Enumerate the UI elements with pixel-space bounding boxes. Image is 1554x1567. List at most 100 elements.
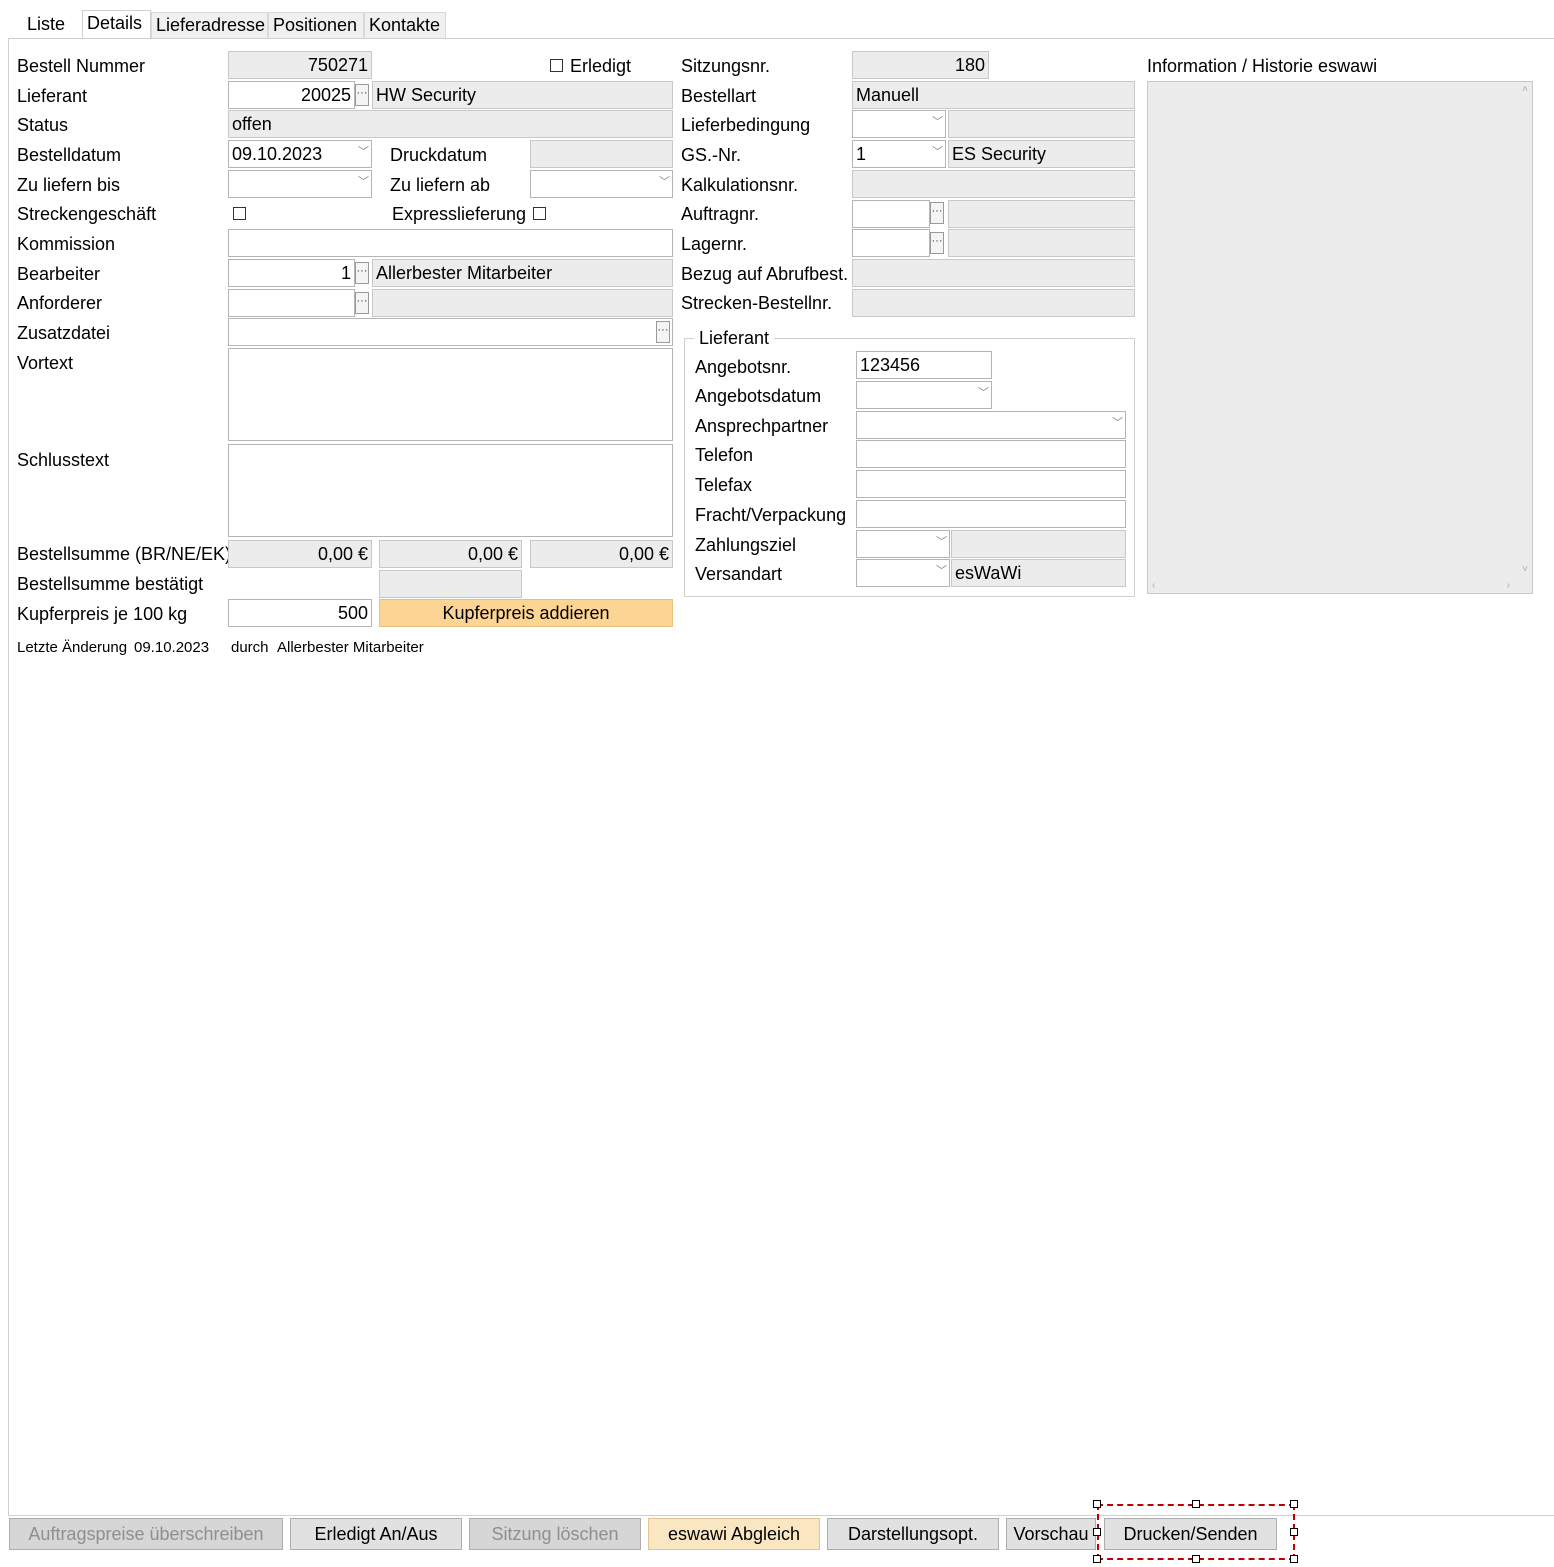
label-vortext: Vortext [17, 353, 74, 373]
anforderer-nr-field[interactable] [228, 289, 355, 317]
tab-kontakte[interactable]: Kontakte [364, 12, 446, 38]
lieferant-nr-field[interactable]: 20025 [228, 81, 355, 109]
bestelldatum-value: 09.10.2023 [232, 144, 323, 164]
label-bezug-abrufbest: Bezug auf Abrufbest. [681, 264, 849, 284]
erledigt-checkbox[interactable] [550, 59, 563, 72]
anforderer-name-field [372, 289, 673, 317]
label-kupferpreis: Kupferpreis je 100 kg [17, 604, 188, 624]
versandart-select[interactable]: ﹀ [856, 559, 950, 587]
versandart-name-field: esWaWi [951, 559, 1126, 587]
chevron-down-icon: ﹀ [358, 176, 369, 188]
zahlungsziel-name-field [951, 530, 1126, 558]
chevron-down-icon: ﹀ [1112, 417, 1123, 429]
chevron-down-icon: ﹀ [978, 387, 989, 399]
resize-handle[interactable] [1093, 1500, 1101, 1508]
label-bearbeiter: Bearbeiter [17, 264, 101, 284]
label-angebotsdatum: Angebotsdatum [695, 386, 822, 406]
resize-handle[interactable] [1192, 1500, 1200, 1508]
label-bestellsumme: Bestellsumme (BR/NE/EK) [17, 544, 232, 564]
sitzungsnr-field: 180 [852, 51, 989, 79]
zu-liefern-bis-picker[interactable]: ﹀ [228, 170, 372, 198]
info-historie-textarea[interactable]: ˄ ˅ ‹ › [1147, 81, 1533, 594]
lieferant-name-field: HW Security [372, 81, 673, 109]
label-gs-nr: GS.-Nr. [681, 145, 742, 165]
bearbeiter-lookup-button[interactable]: ··· [355, 262, 369, 284]
ansprechpartner-select[interactable]: ﹀ [856, 411, 1126, 439]
zusatzdatei-browse-button[interactable]: ··· [656, 321, 670, 343]
lagernr-field[interactable] [852, 229, 930, 257]
lieferant-group-title: Lieferant [694, 326, 775, 350]
lagernr-lookup-button[interactable]: ··· [930, 232, 944, 254]
label-telefax: Telefax [695, 475, 753, 495]
telefon-field[interactable] [856, 440, 1126, 468]
bearbeiter-nr-field[interactable]: 1 [228, 259, 355, 287]
label-schlusstext: Schlusstext [17, 450, 110, 470]
bestell-nummer-field: 750271 [228, 51, 372, 79]
schlusstext-textarea[interactable] [228, 444, 673, 537]
zahlungsziel-select[interactable]: ﹀ [856, 530, 950, 558]
lieferbedingung-select[interactable]: ﹀ [852, 110, 946, 138]
resize-handle[interactable] [1093, 1555, 1101, 1563]
zu-liefern-ab-picker[interactable]: ﹀ [530, 170, 673, 198]
auftragnr-field[interactable] [852, 200, 930, 228]
vortext-textarea[interactable] [228, 348, 673, 441]
expresslieferung-checkbox[interactable] [533, 207, 546, 220]
chevron-down-icon: ﹀ [358, 146, 369, 158]
eswawi-abgleich-button[interactable]: eswawi Abgleich [648, 1518, 820, 1550]
resize-handle[interactable] [1290, 1528, 1298, 1536]
button-bar-divider [8, 1515, 1554, 1516]
angebotsdatum-picker[interactable]: ﹀ [856, 381, 992, 409]
durch-label: durch [231, 639, 269, 656]
kupferpreis-field[interactable]: 500 [228, 599, 372, 627]
kalkulationsnr-field [852, 170, 1135, 198]
label-zusatzdatei: Zusatzdatei [17, 323, 111, 343]
scroll-right-icon[interactable]: › [1507, 580, 1510, 591]
label-sitzungsnr: Sitzungsnr. [681, 56, 771, 76]
streckengeschaeft-checkbox[interactable] [233, 207, 246, 220]
darstellungsopt-button[interactable]: Darstellungsopt. [827, 1518, 999, 1550]
label-druckdatum: Druckdatum [390, 145, 488, 165]
strecken-bestellnr-field [852, 289, 1135, 317]
vorschau-button[interactable]: Vorschau [1006, 1518, 1096, 1550]
tab-positionen[interactable]: Positionen [268, 12, 364, 38]
bestelldatum-picker[interactable]: 09.10.2023 ﹀ [228, 140, 372, 168]
bezug-abrufbest-field [852, 259, 1135, 287]
angebotsnr-field[interactable]: 123456 [856, 351, 992, 379]
telefax-field[interactable] [856, 470, 1126, 498]
scroll-left-icon[interactable]: ‹ [1152, 580, 1155, 591]
bestellsumme-ek-field: 0,00 € [530, 540, 673, 568]
label-strecken-bestellnr: Strecken-Bestellnr. [681, 293, 833, 313]
label-zu-liefern-bis: Zu liefern bis [17, 175, 121, 195]
resize-handle[interactable] [1290, 1555, 1298, 1563]
auftragspreise-ueberschreiben-button[interactable]: Auftragspreise überschreiben [9, 1518, 283, 1550]
label-ansprechpartner: Ansprechpartner [695, 416, 829, 436]
label-lagernr: Lagernr. [681, 234, 748, 254]
bestellart-field: Manuell [852, 81, 1135, 109]
auftragnr-name-field [948, 200, 1135, 228]
chevron-down-icon: ﹀ [936, 536, 947, 548]
gs-name-field: ES Security [948, 140, 1135, 168]
info-historie-title: Information / Historie eswawi [1147, 56, 1378, 76]
tab-lieferadresse[interactable]: Lieferadresse [151, 12, 268, 38]
erledigt-an-aus-button[interactable]: Erledigt An/Aus [290, 1518, 462, 1550]
auftragnr-lookup-button[interactable]: ··· [930, 202, 944, 224]
tab-details[interactable]: Details [82, 10, 151, 39]
tab-liste[interactable]: Liste [16, 12, 76, 38]
sitzung-loeschen-button[interactable]: Sitzung löschen [469, 1518, 641, 1550]
lieferant-lookup-button[interactable]: ··· [355, 84, 369, 106]
scroll-up-icon[interactable]: ˄ [1522, 84, 1528, 95]
anforderer-lookup-button[interactable]: ··· [355, 292, 369, 314]
gs-nr-select[interactable]: 1 ﹀ [852, 140, 946, 168]
zusatzdatei-field[interactable] [228, 318, 673, 346]
label-bestell-nummer: Bestell Nummer [17, 56, 146, 76]
resize-handle[interactable] [1192, 1555, 1200, 1563]
fracht-field[interactable] [856, 500, 1126, 528]
gs-nr-value: 1 [856, 144, 867, 164]
scroll-down-icon[interactable]: ˅ [1522, 564, 1528, 575]
label-bestelldatum: Bestelldatum [17, 145, 122, 165]
lagernr-name-field [948, 229, 1135, 257]
kommission-field[interactable] [228, 229, 673, 257]
kupferpreis-addieren-button[interactable]: Kupferpreis addieren [379, 599, 673, 627]
resize-handle[interactable] [1290, 1500, 1298, 1508]
resize-handle[interactable] [1093, 1528, 1101, 1536]
